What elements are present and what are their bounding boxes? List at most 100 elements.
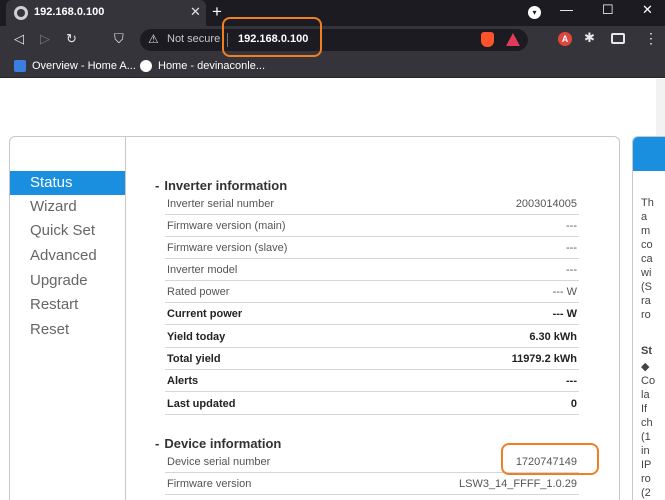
brave-rewards-icon[interactable] — [506, 33, 520, 46]
help-text-line: ra — [641, 295, 651, 307]
extensions-puzzle-icon[interactable]: ✱ — [584, 30, 595, 46]
collapse-toggle[interactable]: - — [155, 436, 159, 451]
row-value: --- — [566, 242, 577, 254]
sidebar-item-status[interactable]: Status — [10, 171, 125, 195]
help-text-line: If — [641, 403, 648, 415]
row-value: 11979.2 kWh — [511, 353, 577, 365]
help-text-line: co — [641, 239, 653, 251]
maximize-button[interactable]: ☐ — [602, 2, 614, 18]
row-value: --- W — [552, 308, 577, 320]
sidebar-item-quick-set[interactable]: Quick Set — [10, 219, 125, 243]
help-text-line: in — [641, 445, 650, 457]
row-value: 6.30 kWh — [529, 331, 577, 343]
row-label: Device serial number — [167, 456, 271, 468]
help-text-line: IP — [641, 459, 652, 471]
help-text-line: ro — [641, 473, 651, 485]
sidebar-item-reset[interactable]: Reset — [10, 318, 125, 342]
table-row: Yield today 6.30 kWh — [165, 326, 579, 348]
bookmark-label: Home - devinaconle... — [158, 60, 265, 72]
brave-shields-icon[interactable] — [481, 32, 494, 47]
inverter-section-title[interactable]: - Inverter information — [155, 178, 287, 193]
row-value: LSW3_14_FFFF_1.0.29 — [458, 478, 577, 490]
help-text-line: (1 — [641, 431, 651, 443]
row-value: --- W — [552, 286, 577, 298]
section-title-text: Device information — [164, 436, 282, 451]
row-value: 2003014005 — [515, 198, 577, 210]
help-text-line: la — [641, 389, 650, 401]
help-text-line: Th — [641, 197, 654, 209]
row-value: --- — [566, 220, 577, 232]
row-label: Firmware version — [167, 478, 252, 490]
bookmark-overview[interactable]: Overview - Home A... — [14, 54, 136, 78]
table-row: Firmware version LSW3_14_FFFF_1.0.29 — [165, 473, 579, 495]
row-label: Last updated — [167, 398, 236, 410]
home-assistant-icon — [14, 60, 26, 72]
table-row: Current power --- W — [165, 303, 579, 325]
help-text-line: wi — [641, 267, 652, 279]
row-label: Rated power — [167, 286, 230, 298]
sidebar-item-advanced[interactable]: Advanced — [10, 244, 125, 268]
serial-highlight — [501, 443, 599, 475]
help-text-line: ◆ — [641, 361, 650, 373]
help-text-line: St — [641, 345, 652, 357]
help-panel-header — [633, 137, 665, 171]
tab-title: 192.168.0.100 — [34, 6, 105, 18]
row-value: --- — [566, 264, 577, 276]
warning-icon[interactable]: ⚠ — [148, 32, 159, 46]
github-icon — [140, 60, 152, 72]
help-text-line: (S — [641, 281, 652, 293]
table-row: Alerts --- — [165, 370, 579, 392]
sidebar-menu: Status Wizard Quick Set Advanced Upgrade… — [9, 136, 126, 500]
row-label: Alerts — [167, 375, 199, 387]
new-tab-button[interactable]: + — [212, 2, 222, 22]
row-label: Inverter model — [167, 264, 238, 276]
browser-tab[interactable]: 192.168.0.100 ✕ — [6, 0, 206, 26]
table-row: Total yield 11979.2 kWh — [165, 348, 579, 370]
globe-icon — [14, 6, 28, 20]
security-label[interactable]: Not secure — [167, 33, 220, 45]
bookmark-button[interactable]: ⛉ — [114, 31, 124, 47]
browser-menu-icon[interactable]: ⋮ — [644, 30, 658, 47]
bookmark-home[interactable]: Home - devinaconle... — [140, 54, 265, 78]
minimize-button[interactable]: — — [560, 2, 573, 17]
sidebar-item-upgrade[interactable]: Upgrade — [10, 269, 125, 293]
table-row: Firmware version (main) --- — [165, 215, 579, 237]
row-label: Inverter serial number — [167, 198, 274, 210]
bookmarks-bar: Overview - Home A... Home - devinaconle.… — [0, 54, 665, 78]
wallet-icon[interactable] — [611, 33, 625, 44]
collapse-toggle[interactable]: - — [155, 178, 159, 193]
row-label: Firmware version (main) — [167, 220, 286, 232]
sidebar-item-restart[interactable]: Restart — [10, 293, 125, 317]
extension-a-icon[interactable]: A — [558, 32, 572, 46]
url-highlight — [222, 17, 322, 57]
section-title-text: Inverter information — [164, 178, 288, 193]
help-text-line: m — [641, 225, 651, 237]
bookmark-label: Overview - Home A... — [32, 60, 136, 72]
row-label: Yield today — [167, 331, 226, 343]
close-tab-icon[interactable]: ✕ — [190, 4, 201, 20]
row-value: --- — [566, 375, 577, 387]
help-text-line: Co — [641, 375, 656, 387]
browser-toolbar: ◁ ▷ ↻ ⛉ ⚠ Not secure 192.168.0.100 A ✱ ⋮ — [0, 26, 665, 54]
back-button[interactable]: ◁ — [14, 31, 24, 47]
help-text-line: ro — [641, 309, 651, 321]
help-text-line: (2 — [641, 487, 651, 499]
table-row: Inverter serial number 2003014005 — [165, 193, 579, 215]
profile-menu-icon[interactable]: ▾ — [528, 6, 541, 19]
device-section-title[interactable]: - Device information — [155, 436, 281, 451]
address-bar[interactable]: ⚠ Not secure 192.168.0.100 — [140, 29, 528, 51]
table-row: Last updated 0 — [165, 393, 579, 415]
reload-button[interactable]: ↻ — [66, 31, 77, 47]
forward-button[interactable]: ▷ — [40, 31, 50, 47]
row-label: Firmware version (slave) — [167, 242, 288, 254]
row-label: Total yield — [167, 353, 221, 365]
sidebar-item-wizard[interactable]: Wizard — [10, 195, 125, 219]
help-text-line: ch — [641, 417, 653, 429]
help-text-line: ca — [641, 253, 653, 265]
help-text-line: a — [641, 211, 648, 223]
close-window-button[interactable]: ✕ — [642, 2, 653, 18]
row-value: 0 — [570, 398, 577, 410]
help-panel: Th a m co ca wi (S ra ro St ◆ Co la If c… — [632, 136, 665, 500]
row-label: Current power — [167, 308, 243, 320]
tab-bar: 192.168.0.100 ✕ + ▾ — ☐ ✕ — [0, 0, 665, 26]
